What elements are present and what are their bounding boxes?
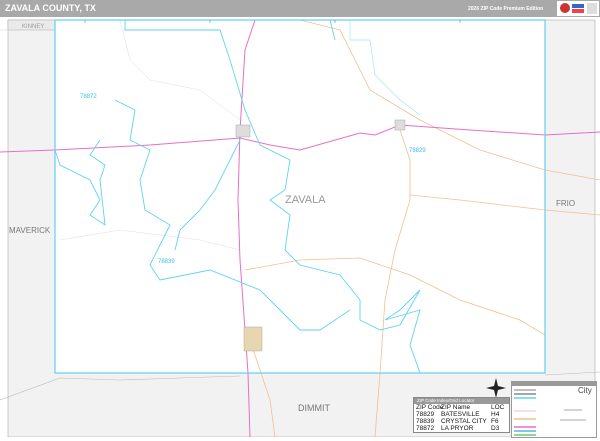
brand-logo bbox=[557, 1, 599, 16]
col-header: LOC bbox=[491, 404, 505, 411]
table-row: 78839 CRYSTAL CITY F6 bbox=[414, 418, 509, 425]
zip-label-78829: 78829 bbox=[409, 148, 426, 154]
edition-label: 2026 ZIP Code Premium Edition bbox=[468, 6, 544, 12]
cell: 78829 bbox=[416, 411, 435, 418]
col-header: ZIP Code bbox=[416, 404, 444, 411]
town-la-pryor bbox=[235, 124, 251, 138]
neighbor-label-maverick: MAVERICK bbox=[9, 226, 51, 235]
town-crystal-city bbox=[243, 326, 263, 352]
table-header-row: ZIP Code ZIP Name LOC bbox=[414, 404, 509, 411]
neighbor-label-kinney: KINNEY bbox=[22, 24, 44, 30]
cell: H4 bbox=[491, 411, 500, 418]
cell: 78839 bbox=[416, 418, 435, 425]
neighbor-label-dimmit: DIMMIT bbox=[298, 403, 330, 413]
legend-city-label: City bbox=[578, 386, 592, 395]
county-label: ZAVALA bbox=[285, 194, 326, 206]
cell: D3 bbox=[491, 425, 500, 432]
map-title: ZAVALA COUNTY, TX bbox=[5, 3, 96, 13]
map-legend: City bbox=[511, 381, 597, 438]
col-header: ZIP Name bbox=[441, 404, 471, 411]
town-batesville bbox=[394, 119, 406, 131]
header-bar: ZAVALA COUNTY, TX 2026 ZIP Code Premium … bbox=[0, 0, 600, 17]
county-map[interactable]: ZAVALA KINNEY MAVERICK FRIO DIMMIT 78872… bbox=[0, 17, 600, 437]
neighbor-label-frio: FRIO bbox=[556, 199, 575, 208]
table-row: 78829 BATESVILLE H4 bbox=[414, 411, 509, 418]
zip-label-78839: 78839 bbox=[158, 259, 175, 265]
cell: BATESVILLE bbox=[441, 411, 480, 418]
zip-label-78872: 78872 bbox=[80, 94, 97, 100]
table-row: 78872 LA PRYOR D3 bbox=[414, 425, 509, 432]
zip-index-table: ZIP Code Index/Grid Locator ZIP Code ZIP… bbox=[413, 397, 510, 433]
cell: F6 bbox=[491, 418, 499, 425]
cell: CRYSTAL CITY bbox=[441, 418, 487, 425]
cell: LA PRYOR bbox=[441, 425, 474, 432]
cell: 78872 bbox=[416, 425, 435, 432]
